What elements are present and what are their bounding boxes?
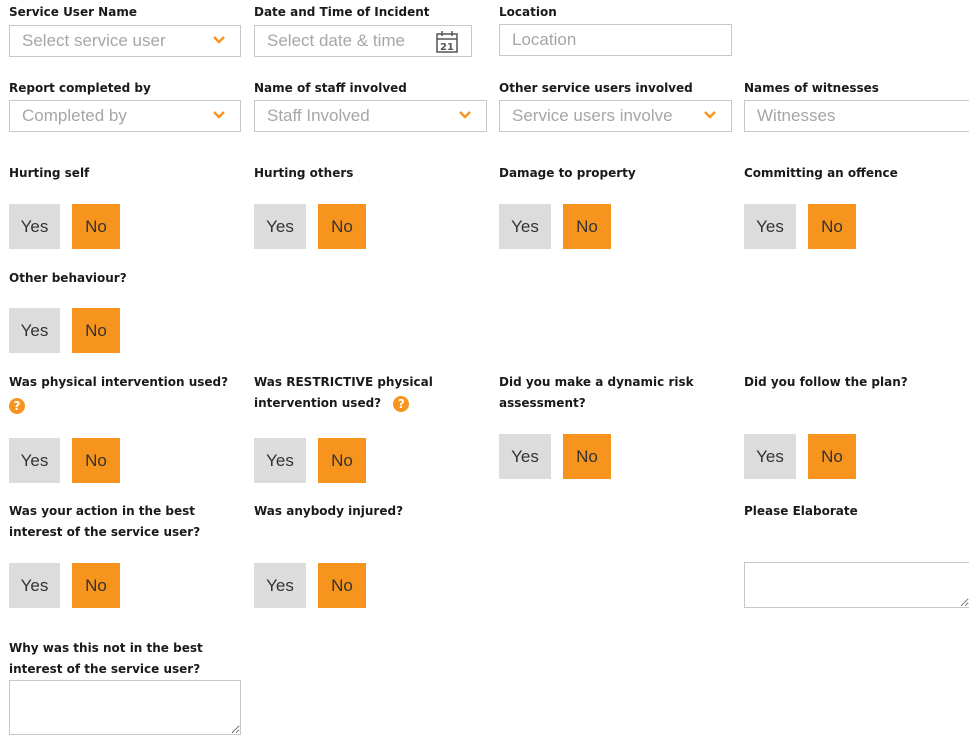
witnesses-input[interactable]: Witnesses	[744, 100, 969, 132]
hurting-others-yes-button[interactable]: Yes	[254, 204, 306, 249]
chevron-down-icon	[704, 111, 716, 119]
best-interest-no-button[interactable]: No	[72, 563, 120, 608]
restrictive-label-strong: RESTRICTIVE	[286, 375, 374, 389]
datetime-label: Date and Time of Incident	[254, 5, 430, 19]
best-interest-label: Was your action in the best interest of …	[9, 501, 200, 543]
help-icon[interactable]: ?	[393, 395, 410, 412]
physical-no-button[interactable]: No	[72, 438, 120, 483]
follow-plan-label: Did you follow the plan?	[744, 375, 908, 389]
restrictive-yes-button[interactable]: Yes	[254, 438, 306, 483]
restrictive-label-line2: intervention used?	[254, 396, 382, 410]
help-icon[interactable]: ?	[9, 398, 25, 414]
location-input[interactable]: Location	[499, 24, 732, 56]
restrictive-intervention-label: Was RESTRICTIVE physical intervention us…	[254, 372, 433, 414]
physical-intervention-label: Was physical intervention used?	[9, 375, 229, 389]
staff-placeholder: Staff Involved	[267, 106, 370, 125]
restrictive-label-mid: physical	[373, 375, 433, 389]
hurting-self-yes-button[interactable]: Yes	[9, 204, 60, 249]
restrictive-label-pre: Was	[254, 375, 287, 389]
hurting-self-label: Hurting self	[9, 166, 90, 180]
offence-yes-button[interactable]: Yes	[744, 204, 796, 249]
witnesses-label: Names of witnesses	[744, 81, 879, 95]
why-not-label: Why was this not in the best interest of…	[9, 638, 203, 680]
report-by-placeholder: Completed by	[22, 106, 127, 125]
other-behaviour-label: Other behaviour?	[9, 271, 127, 285]
calendar-day: 21	[440, 42, 454, 53]
service-user-placeholder: Select service user	[22, 31, 166, 50]
follow-plan-yes-button[interactable]: Yes	[744, 434, 796, 479]
report-by-select[interactable]: Completed by	[9, 100, 241, 132]
calendar-icon[interactable]: 21	[435, 30, 459, 54]
location-label: Location	[499, 5, 557, 19]
chevron-down-icon	[459, 111, 471, 119]
offence-label: Committing an offence	[744, 166, 898, 180]
location-placeholder: Location	[512, 30, 577, 49]
why-not-line1: Why was this not in the best	[9, 641, 203, 655]
damage-property-no-button[interactable]: No	[563, 204, 611, 249]
datetime-input[interactable]: Select date & time 21	[254, 25, 472, 57]
dynamic-risk-no-button[interactable]: No	[563, 434, 611, 479]
dynamic-risk-line2: assessment?	[499, 396, 586, 410]
other-behaviour-yes-button[interactable]: Yes	[9, 308, 60, 353]
hurting-self-no-button[interactable]: No	[72, 204, 120, 249]
other-users-label: Other service users involved	[499, 81, 693, 95]
why-not-line2: interest of the service user?	[9, 662, 201, 676]
why-not-textarea[interactable]	[9, 680, 241, 735]
best-interest-line2: interest of the service user?	[9, 525, 201, 539]
injured-label: Was anybody injured?	[254, 504, 404, 518]
damage-property-label: Damage to property	[499, 166, 636, 180]
staff-select[interactable]: Staff Involved	[254, 100, 487, 132]
chevron-down-icon	[213, 36, 225, 44]
report-by-label: Report completed by	[9, 81, 151, 95]
best-interest-line1: Was your action in the best	[9, 504, 195, 518]
hurting-others-no-button[interactable]: No	[318, 204, 366, 249]
damage-property-yes-button[interactable]: Yes	[499, 204, 551, 249]
follow-plan-no-button[interactable]: No	[808, 434, 856, 479]
witnesses-placeholder: Witnesses	[757, 106, 836, 125]
dynamic-risk-yes-button[interactable]: Yes	[499, 434, 551, 479]
please-elaborate-textarea[interactable]	[744, 562, 969, 608]
dynamic-risk-line1: Did you make a dynamic risk	[499, 375, 694, 389]
chevron-down-icon	[213, 111, 225, 119]
service-user-label: Service User Name	[9, 5, 137, 19]
service-user-select[interactable]: Select service user	[9, 25, 241, 57]
injured-yes-button[interactable]: Yes	[254, 563, 306, 608]
physical-yes-button[interactable]: Yes	[9, 438, 60, 483]
restrictive-no-button[interactable]: No	[318, 438, 366, 483]
other-users-select[interactable]: Service users involve	[499, 100, 732, 132]
offence-no-button[interactable]: No	[808, 204, 856, 249]
datetime-placeholder: Select date & time	[267, 31, 405, 50]
other-behaviour-no-button[interactable]: No	[72, 308, 120, 353]
dynamic-risk-label: Did you make a dynamic risk assessment?	[499, 372, 694, 414]
injured-no-button[interactable]: No	[318, 563, 366, 608]
staff-label: Name of staff involved	[254, 81, 407, 95]
hurting-others-label: Hurting others	[254, 166, 354, 180]
other-users-placeholder: Service users involve	[512, 106, 673, 125]
please-elaborate-label: Please Elaborate	[744, 504, 858, 518]
best-interest-yes-button[interactable]: Yes	[9, 563, 60, 608]
